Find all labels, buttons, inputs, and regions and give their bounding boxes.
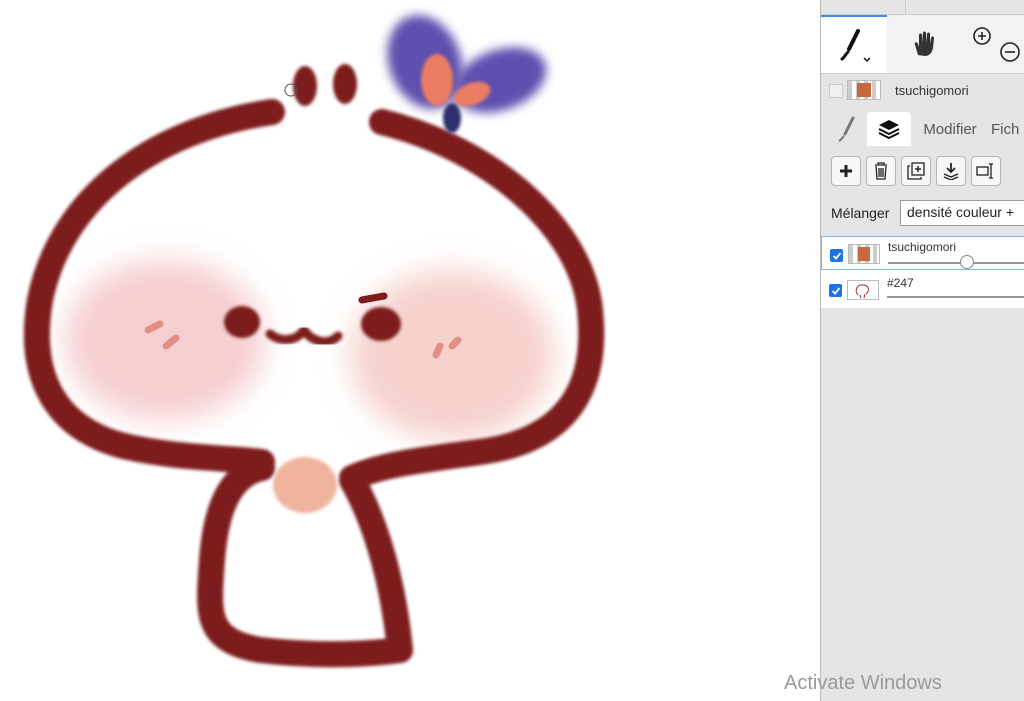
- layer-row[interactable]: #247: [821, 274, 1024, 308]
- plus-icon: [840, 165, 852, 177]
- blend-label: Mélanger: [831, 205, 890, 221]
- merge-down-icon: [943, 163, 959, 180]
- tab-layers[interactable]: [867, 112, 911, 146]
- layers-icon: [878, 120, 900, 140]
- layer-row[interactable]: tsuchigomori: [821, 236, 1024, 270]
- document-name: tsuchigomori: [895, 83, 969, 98]
- layer-name: #247: [887, 276, 914, 290]
- blend-mode-select[interactable]: densité couleur +: [900, 200, 1024, 226]
- brush-icon: [840, 29, 871, 63]
- pan-tool-button[interactable]: [891, 15, 957, 73]
- rename-icon: [976, 163, 993, 179]
- layer-opacity-slider[interactable]: [887, 296, 1024, 298]
- artwork: [23, 15, 605, 668]
- tab-modify[interactable]: Modifier: [917, 112, 983, 146]
- checkmark-icon: [831, 286, 840, 295]
- toolbar-divider: [905, 0, 906, 14]
- delete-layer-button[interactable]: [866, 156, 896, 186]
- hand-icon: [914, 31, 934, 56]
- layer-opacity-slider[interactable]: [888, 262, 1024, 264]
- layer-visibility-checkbox[interactable]: [829, 284, 842, 297]
- mouth: [265, 321, 343, 347]
- neck-spot: [273, 457, 337, 513]
- duplicate-layer-button[interactable]: [901, 156, 931, 186]
- right-eye: [361, 307, 401, 341]
- layer-visibility-checkbox[interactable]: [830, 249, 843, 262]
- zoom-in-out-icon: [973, 27, 1020, 62]
- panel-tabs: Modifier Fich: [821, 108, 1024, 148]
- layer-properties-button[interactable]: [971, 156, 1001, 186]
- tab-file[interactable]: Fich: [991, 112, 1024, 146]
- brush-icon: [838, 116, 855, 142]
- merge-down-button[interactable]: [936, 156, 966, 186]
- checkmark-icon: [832, 251, 841, 260]
- left-eye: [224, 306, 260, 338]
- right-eyebrow: [358, 292, 388, 304]
- activation-watermark: Activate Windows: [784, 672, 942, 694]
- butterfly: [387, 15, 547, 133]
- blend-row: Mélanger densité couleur +: [821, 200, 1024, 228]
- layer-list: tsuchigomori #247: [821, 236, 1024, 308]
- left-antenna: [293, 66, 317, 106]
- add-layer-button[interactable]: [831, 156, 861, 186]
- layer-thumbnail: [848, 244, 880, 264]
- right-antenna: [333, 64, 357, 104]
- trash-icon: [875, 162, 887, 180]
- brush-tool-button[interactable]: [821, 15, 887, 73]
- tool-bar: [821, 14, 1024, 74]
- tab-brush[interactable]: [829, 112, 865, 146]
- zoom-tool-button[interactable]: [959, 15, 1024, 73]
- document-checkbox[interactable]: [829, 84, 843, 98]
- duplicate-icon: [907, 162, 925, 180]
- layer-buttons: [821, 156, 1024, 190]
- layer-name: tsuchigomori: [888, 240, 957, 254]
- left-blush: [65, 260, 265, 420]
- layer-thumbnail: [847, 280, 879, 300]
- drawing-canvas[interactable]: [0, 0, 820, 701]
- document-row: tsuchigomori: [821, 78, 1024, 104]
- document-thumbnail: [847, 80, 881, 100]
- side-panel: tsuchigomori Modifier Fich Mélanger dens…: [820, 0, 1024, 701]
- opacity-slider-handle[interactable]: [960, 255, 974, 269]
